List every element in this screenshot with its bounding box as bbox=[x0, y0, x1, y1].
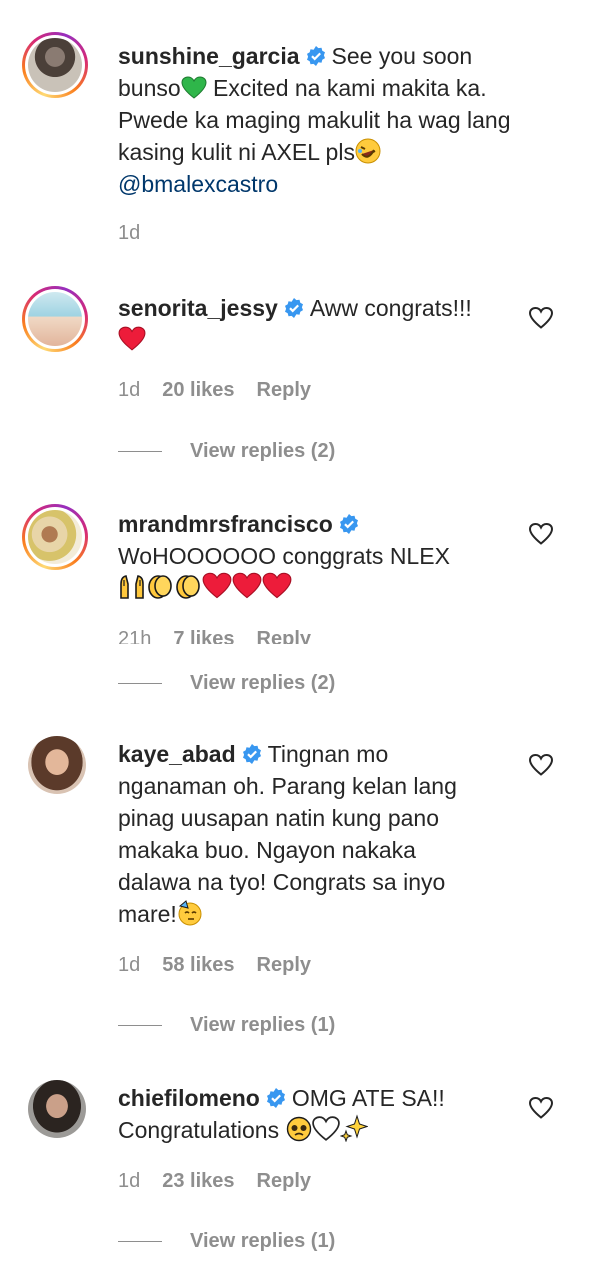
red-heart-icon bbox=[262, 572, 292, 599]
divider-line bbox=[118, 1241, 162, 1243]
likes-count[interactable]: 20 likes bbox=[162, 379, 234, 401]
username[interactable]: mrandmrsfrancisco bbox=[118, 511, 333, 537]
verified-badge-icon bbox=[284, 298, 303, 318]
comment-time[interactable]: 1d bbox=[118, 379, 140, 401]
divider-line bbox=[118, 451, 162, 453]
red-heart-icon bbox=[118, 326, 146, 351]
rolling-laughing-emoji-icon bbox=[355, 138, 381, 164]
verified-badge-icon bbox=[242, 744, 261, 764]
divider-line bbox=[118, 683, 162, 685]
clapping-hands-icon bbox=[148, 575, 172, 599]
avatar[interactable] bbox=[22, 286, 88, 352]
comment-meta: 21h 7 likes Reply bbox=[118, 628, 333, 644]
raising-hands-icon bbox=[120, 575, 144, 599]
green-heart-icon bbox=[181, 76, 207, 99]
avatar[interactable] bbox=[22, 32, 88, 98]
like-heart-icon[interactable] bbox=[528, 522, 554, 546]
verified-badge-icon bbox=[306, 46, 325, 66]
comment-time[interactable]: 1d bbox=[118, 954, 140, 976]
avatar[interactable] bbox=[22, 504, 88, 570]
like-heart-icon[interactable] bbox=[528, 1096, 554, 1120]
sparkles-icon bbox=[339, 1114, 368, 1142]
comment-time[interactable]: 1d bbox=[118, 222, 140, 244]
avatar[interactable] bbox=[28, 736, 86, 794]
likes-count[interactable]: 58 likes bbox=[162, 954, 234, 976]
username[interactable]: chiefilomeno bbox=[118, 1085, 260, 1111]
white-heart-icon bbox=[311, 1116, 340, 1141]
clapping-hands-icon bbox=[176, 575, 200, 599]
reply-button[interactable]: Reply bbox=[257, 954, 311, 976]
red-heart-icon bbox=[232, 572, 262, 599]
comment-time[interactable]: 21h bbox=[118, 628, 151, 644]
comment-meta: 1d 23 likes Reply bbox=[118, 1170, 333, 1193]
comment-body: kaye_abad Tingnan mo nganaman oh. Parang … bbox=[118, 741, 457, 927]
red-heart-icon bbox=[202, 572, 232, 599]
reply-button[interactable]: Reply bbox=[257, 1170, 311, 1192]
comment-body: chiefilomeno OMG ATE SA!! Congratulations bbox=[118, 1085, 445, 1143]
likes-count[interactable]: 23 likes bbox=[162, 1170, 234, 1192]
comment-meta: 1d bbox=[118, 222, 162, 245]
username[interactable]: sunshine_garcia bbox=[118, 43, 300, 69]
username[interactable]: kaye_abad bbox=[118, 741, 236, 767]
reply-button[interactable]: Reply bbox=[257, 628, 311, 644]
verified-badge-icon bbox=[339, 514, 358, 534]
view-replies-button[interactable]: View replies (1) bbox=[118, 1230, 335, 1253]
verified-badge-icon bbox=[266, 1088, 285, 1108]
pleading-face-icon bbox=[286, 1116, 311, 1142]
username[interactable]: senorita_jessy bbox=[118, 295, 278, 321]
mention-link[interactable]: @bmalexcastro bbox=[118, 171, 278, 197]
partying-face-icon bbox=[178, 900, 202, 926]
comment-meta: 1d 58 likes Reply bbox=[118, 954, 333, 977]
comment-body: sunshine_garcia See you soon bunso Excite… bbox=[118, 43, 511, 197]
view-replies-button[interactable]: View replies (2) bbox=[118, 440, 335, 463]
view-replies-button[interactable]: View replies (1) bbox=[118, 1014, 335, 1037]
like-heart-icon[interactable] bbox=[528, 753, 554, 777]
view-replies-button[interactable]: View replies (2) bbox=[118, 672, 335, 695]
avatar[interactable] bbox=[28, 1080, 86, 1138]
comment-body: mrandmrsfrancisco WoHOOOOOO conggrats NL… bbox=[118, 508, 528, 604]
comment-time[interactable]: 1d bbox=[118, 1170, 140, 1192]
emoji-row bbox=[118, 572, 292, 601]
divider-line bbox=[118, 1025, 162, 1027]
comment-body: senorita_jessy Aww congrats!!! bbox=[118, 292, 528, 356]
comment-meta: 1d 20 likes Reply bbox=[118, 379, 333, 402]
reply-button[interactable]: Reply bbox=[257, 379, 311, 401]
likes-count[interactable]: 7 likes bbox=[173, 628, 234, 644]
like-heart-icon[interactable] bbox=[528, 306, 554, 330]
